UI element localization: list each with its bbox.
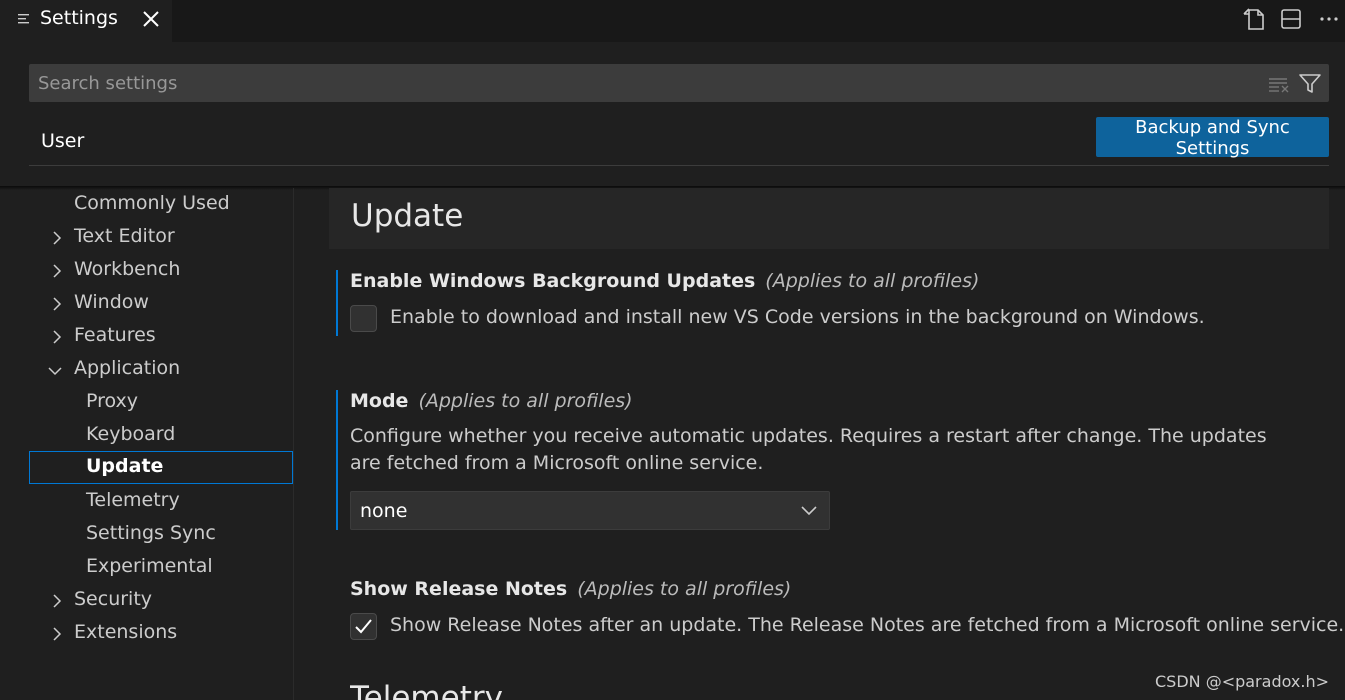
toc-item-proxy[interactable]: Proxy — [29, 386, 293, 419]
toc-item-label: Keyboard — [86, 423, 176, 445]
close-icon[interactable] — [140, 8, 162, 30]
toc-item-workbench[interactable]: Workbench — [29, 254, 293, 287]
filter-icon[interactable] — [1297, 72, 1323, 96]
toc-item-label: Extensions — [74, 621, 178, 643]
setting-name: Show Release Notes — [350, 578, 568, 600]
open-settings-json-icon[interactable] — [1241, 6, 1269, 32]
setting-windows-background-updates: Enable Windows Background Updates (Applie… — [336, 270, 1326, 336]
chevron-down-icon — [48, 367, 62, 376]
toc-item-window[interactable]: Window — [29, 287, 293, 320]
settings-tab[interactable]: Settings — [0, 0, 172, 42]
toc-item-label: Commonly Used — [74, 192, 230, 214]
editor-tab-bar: Settings — [0, 0, 1345, 42]
section-header: Update — [329, 188, 1329, 249]
toc-item-label: Telemetry — [86, 489, 180, 511]
watermark: CSDN @<paradox.h> — [1154, 672, 1329, 691]
chevron-right-icon — [53, 594, 62, 608]
setting-title: Mode (Applies to all profiles) — [350, 390, 633, 412]
search-settings-box — [29, 64, 1329, 102]
tab-user[interactable]: User — [29, 130, 91, 166]
settings-list-icon — [18, 14, 29, 24]
toc-item-label: Experimental — [86, 555, 213, 577]
toc-item-commonly-used[interactable]: Commonly Used — [29, 188, 293, 221]
setting-focus-bar — [336, 270, 338, 336]
chevron-right-icon — [53, 330, 62, 344]
toc-item-label: Features — [74, 324, 156, 346]
next-section-title: Telemetry — [350, 680, 503, 700]
setting-description: Configure whether you receive automatic … — [350, 425, 1267, 474]
setting-focus-bar — [336, 390, 338, 530]
chevron-right-icon — [53, 627, 62, 641]
setting-scope-note: (Applies to all profiles) — [765, 270, 980, 292]
checkmark-icon — [355, 619, 372, 634]
toc-item-label: Security — [74, 588, 153, 610]
toc-item-text-editor[interactable]: Text Editor — [29, 221, 293, 254]
toc-item-label: Application — [74, 357, 181, 379]
chevron-right-icon — [53, 297, 62, 311]
setting-name: Mode — [350, 390, 409, 412]
checkbox-label: Show Release Notes after an update. The … — [390, 614, 1345, 636]
setting-update-mode: Mode (Applies to all profiles) Configure … — [336, 390, 1326, 530]
chevron-right-icon — [53, 264, 62, 278]
setting-scope-note: (Applies to all profiles) — [577, 578, 792, 600]
more-actions-icon[interactable] — [1315, 6, 1343, 32]
background-updates-checkbox[interactable] — [350, 305, 377, 332]
toc-item-experimental[interactable]: Experimental — [29, 551, 293, 584]
toc-item-label: Text Editor — [74, 225, 175, 247]
clear-filter-icon[interactable] — [1267, 74, 1291, 94]
toc-item-label: Proxy — [86, 390, 139, 412]
toc-item-label: Update — [86, 455, 164, 477]
toc-item-label: Window — [74, 291, 149, 313]
scope-divider — [29, 165, 1329, 166]
toc-item-extensions[interactable]: Extensions — [29, 617, 293, 650]
settings-toc: Commonly Used Text Editor Workbench Wind… — [29, 188, 293, 700]
toc-item-security[interactable]: Security — [29, 584, 293, 617]
checkbox-label: Enable to download and install new VS Co… — [390, 306, 1205, 328]
tab-user-label: User — [41, 130, 85, 152]
chevron-right-icon — [53, 231, 62, 245]
chevron-down-icon — [801, 506, 817, 516]
toc-item-keyboard[interactable]: Keyboard — [29, 419, 293, 452]
toc-item-application[interactable]: Application — [29, 353, 293, 386]
toc-item-settings-sync[interactable]: Settings Sync — [29, 518, 293, 551]
section-title: Update — [351, 198, 464, 234]
toc-item-label: Workbench — [74, 258, 181, 280]
setting-title: Enable Windows Background Updates (Applie… — [350, 270, 979, 292]
toc-item-update[interactable]: Update — [29, 451, 293, 484]
update-mode-select[interactable]: none — [350, 491, 830, 530]
show-release-notes-checkbox[interactable] — [350, 613, 377, 640]
setting-title: Show Release Notes (Applies to all profil… — [350, 578, 791, 600]
select-value: none — [360, 500, 408, 522]
toc-divider — [293, 188, 294, 700]
split-editor-icon[interactable] — [1277, 6, 1305, 32]
toc-item-telemetry[interactable]: Telemetry — [29, 485, 293, 518]
tab-title: Settings — [40, 7, 118, 29]
setting-scope-note: (Applies to all profiles) — [418, 390, 633, 412]
toc-item-label: Settings Sync — [86, 522, 216, 544]
backup-and-sync-button[interactable]: Backup and Sync Settings — [1096, 117, 1329, 159]
setting-name: Enable Windows Background Updates — [350, 270, 756, 292]
toc-item-features[interactable]: Features — [29, 320, 293, 353]
setting-show-release-notes: Show Release Notes (Applies to all profil… — [336, 578, 1344, 644]
search-input[interactable] — [29, 64, 1259, 102]
